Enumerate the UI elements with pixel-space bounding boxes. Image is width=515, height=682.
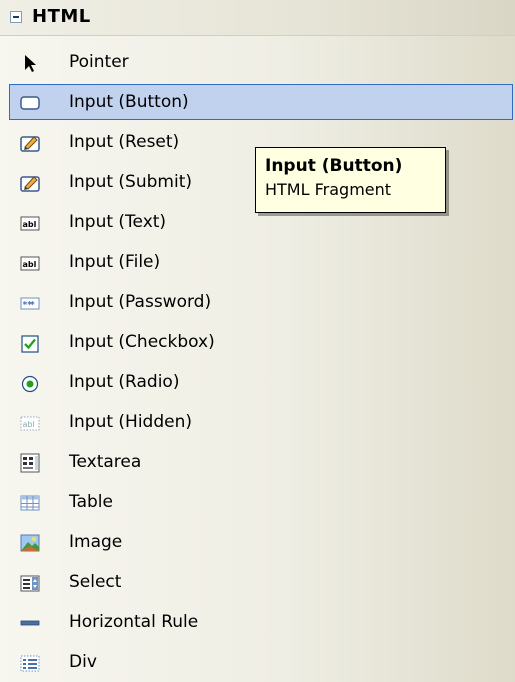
item-label: Input (Text) (69, 212, 167, 232)
svg-text:abl: abl (23, 420, 35, 429)
item-label: Input (Reset) (69, 132, 180, 152)
reset-icon (20, 136, 40, 152)
file-icon: abl (20, 256, 40, 271)
item-label: Div (69, 652, 97, 672)
toolbox-panel: HTML Pointer Input (Button) Input (Reset… (0, 0, 515, 682)
item-label: Input (Checkbox) (69, 332, 215, 352)
svg-text:*: * (30, 301, 35, 311)
item-label: Select (69, 572, 122, 592)
toolbox-item-input-button[interactable]: Input (Button) (9, 84, 513, 120)
item-label: Horizontal Rule (69, 612, 199, 632)
password-icon: ** * (20, 297, 40, 311)
toolbox-item-input-hidden[interactable]: abl Input (Hidden) (9, 404, 513, 440)
item-label: Input (Button) (69, 92, 189, 112)
toolbox-item-input-file[interactable]: abl Input (File) (9, 244, 513, 280)
pointer-icon (25, 55, 36, 72)
div-icon (20, 655, 40, 672)
toolbox-item-table[interactable]: Table (9, 484, 513, 520)
item-label: Textarea (69, 452, 142, 472)
select-icon (20, 575, 40, 592)
group-title: HTML (32, 6, 91, 27)
collapse-icon[interactable] (10, 11, 22, 23)
checkbox-icon (21, 335, 39, 353)
tooltip-title: Input (Button) (265, 156, 403, 176)
item-label: Pointer (69, 52, 129, 72)
toolbox-item-image[interactable]: Image (9, 524, 513, 560)
tooltip-subtitle: HTML Fragment (265, 180, 392, 199)
svg-text:abl: abl (23, 220, 37, 229)
html-group-header[interactable]: HTML (0, 0, 515, 36)
item-label: Table (69, 492, 113, 512)
item-label: Input (Hidden) (69, 412, 193, 432)
textbox-icon: abl (20, 216, 40, 231)
table-icon (20, 495, 40, 511)
item-label: Image (69, 532, 123, 552)
textarea-icon (20, 453, 40, 473)
hidden-icon: abl (20, 416, 40, 431)
toolbox-item-pointer[interactable]: Pointer (9, 44, 513, 80)
item-label: Input (File) (69, 252, 161, 272)
toolbox-item-select[interactable]: Select (9, 564, 513, 600)
toolbox-item-input-radio[interactable]: Input (Radio) (9, 364, 513, 400)
toolbox-item-horizontal-rule[interactable]: Horizontal Rule (9, 604, 513, 640)
item-label: Input (Password) (69, 292, 212, 312)
image-icon (20, 534, 40, 552)
toolbox-item-input-password[interactable]: ** * Input (Password) (9, 284, 513, 320)
radio-icon (21, 375, 39, 393)
item-label: Input (Submit) (69, 172, 192, 192)
tooltip: Input (Button) HTML Fragment (255, 147, 446, 213)
toolbox-item-div[interactable]: Div (9, 644, 513, 680)
submit-icon (20, 176, 40, 192)
horizontal-rule-icon (20, 620, 40, 626)
toolbox-item-textarea[interactable]: Textarea (9, 444, 513, 480)
button-icon (20, 96, 40, 110)
item-label: Input (Radio) (69, 372, 180, 392)
toolbox-item-input-checkbox[interactable]: Input (Checkbox) (9, 324, 513, 360)
svg-text:abl: abl (23, 260, 37, 269)
